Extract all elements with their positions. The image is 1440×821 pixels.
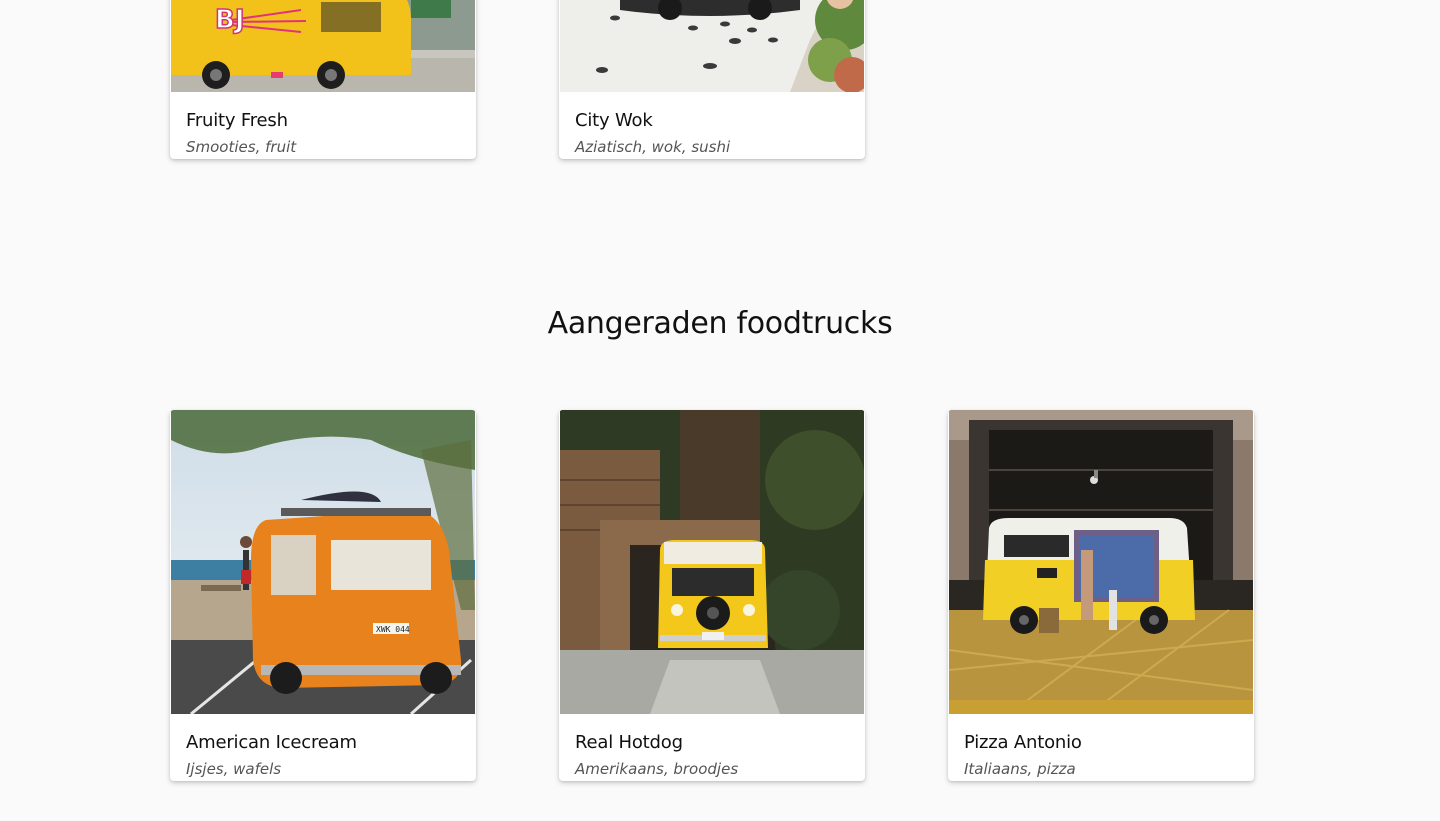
foodtruck-card-american-icecream[interactable]: XWK 044 American Icecream Ijsjes, wafels xyxy=(170,410,476,781)
card-title: Pizza Antonio xyxy=(964,732,1082,753)
real-hotdog-photo xyxy=(560,410,864,714)
card-tags: Ijsjes, wafels xyxy=(186,760,282,778)
card-title: American Icecream xyxy=(186,732,357,753)
svg-text:XWK 044: XWK 044 xyxy=(376,625,410,634)
foodtruck-card-pizza-antonio[interactable]: Pizza Antonio Italiaans, pizza xyxy=(948,410,1254,781)
foodtruck-card-real-hotdog[interactable]: Real Hotdog Amerikaans, broodjes xyxy=(559,410,865,781)
card-tags: Amerikaans, broodjes xyxy=(575,760,739,778)
section-title: Aangeraden foodtrucks xyxy=(547,306,893,341)
card-tags: Italiaans, pizza xyxy=(964,760,1076,778)
svg-text:BJ: BJ xyxy=(215,5,245,35)
pizza-antonio-photo xyxy=(949,410,1253,714)
fruity-fresh-photo: BJ xyxy=(171,0,475,92)
card-title: City Wok xyxy=(575,110,653,131)
foodtruck-card-city-wok[interactable]: City Wok Aziatisch, wok, sushi xyxy=(559,0,865,159)
card-tags: Aziatisch, wok, sushi xyxy=(575,138,731,156)
card-title: Fruity Fresh xyxy=(186,110,288,131)
card-title: Real Hotdog xyxy=(575,732,683,753)
card-tags: Smooties, fruit xyxy=(186,138,297,156)
american-icecream-photo: XWK 044 xyxy=(171,410,475,714)
foodtruck-card-fruity-fresh[interactable]: BJ Fruity Fresh Smooties, fruit xyxy=(170,0,476,159)
city-wok-photo xyxy=(560,0,864,92)
